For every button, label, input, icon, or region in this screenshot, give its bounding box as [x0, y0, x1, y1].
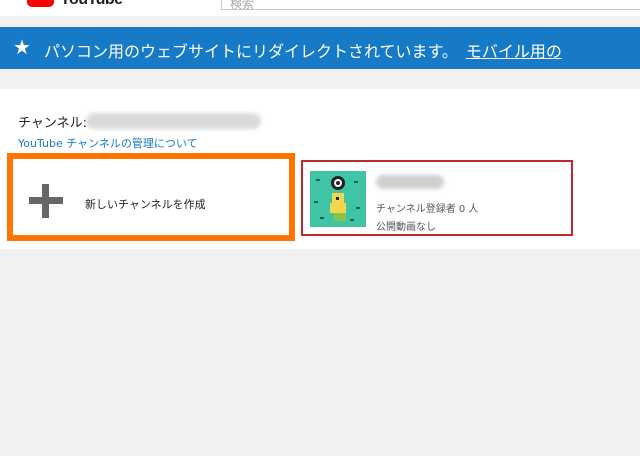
redirect-banner: ★ パソコン用のウェブサイトにリダイレクトされています。 モバイル用の [0, 27, 640, 69]
channel-avatar [310, 171, 366, 227]
video-status: 公開動画なし [376, 222, 436, 233]
channel-name-redacted [376, 175, 444, 189]
subscriber-count: チャンネル登録者 0 人 [376, 204, 479, 215]
plus-icon [29, 184, 63, 218]
search-input[interactable]: 検索 [221, 0, 640, 11]
youtube-logo-text[interactable]: YouTube [60, 0, 123, 9]
banner-message-text: パソコン用のウェブサイトにリダイレクトされています。 [44, 42, 458, 61]
manage-channel-link[interactable]: YouTube チャンネルの管理について [18, 135, 198, 151]
masthead: YouTube 検索 [0, 0, 640, 16]
channel-label: チャンネル: [18, 116, 87, 131]
create-channel-label: 新しいチャンネルを作成 [85, 198, 206, 211]
star-icon: ★ [13, 35, 31, 59]
existing-channel-card[interactable]: チャンネル登録者 0 人 公開動画なし [301, 160, 573, 236]
pixel-art-avatar-icon [314, 176, 360, 221]
youtube-logo-icon[interactable] [27, 0, 54, 7]
channel-panel: チャンネル: YouTube チャンネルの管理について 新しいチャンネルを作成 [0, 89, 640, 249]
channel-email-redacted [86, 113, 261, 129]
mobile-site-link[interactable]: モバイル用の [466, 42, 562, 61]
search-placeholder: 検索 [230, 0, 255, 11]
create-channel-button[interactable]: 新しいチャンネルを作成 [7, 153, 295, 241]
banner-message: パソコン用のウェブサイトにリダイレクトされています。 モバイル用の [44, 38, 562, 62]
